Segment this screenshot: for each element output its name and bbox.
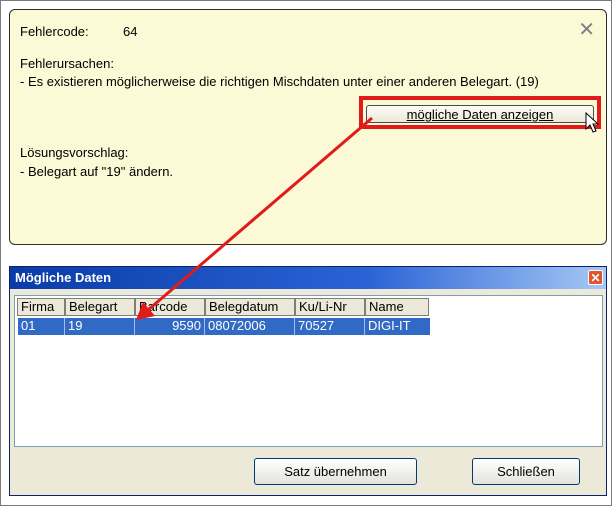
possible-data-dialog: Mögliche Daten ✕ Firma Belegart Barcode … — [9, 266, 607, 496]
column-header-name[interactable]: Name — [365, 298, 429, 316]
dialog-title: Mögliche Daten — [15, 270, 112, 285]
cell-firma: 01 — [18, 318, 65, 335]
cell-ku-li-nr: 70527 — [295, 318, 365, 335]
column-header-barcode[interactable]: Barcode — [135, 298, 205, 316]
close-icon[interactable]: ✕ — [578, 20, 595, 40]
solution-text: - Belegart auf "19" ändern. — [20, 164, 174, 179]
column-header-belegart[interactable]: Belegart — [65, 298, 135, 316]
error-code-value: 64 — [123, 24, 138, 39]
table-row[interactable]: 01 19 9590 08072006 70527 DIGI-IT — [18, 318, 430, 335]
data-list[interactable]: Firma Belegart Barcode Belegdatum Ku/Li-… — [14, 295, 603, 447]
causes-label: Fehlerursachen: — [20, 56, 114, 71]
column-header-firma[interactable]: Firma — [17, 298, 65, 316]
dialog-titlebar[interactable]: Mögliche Daten ✕ — [10, 267, 606, 289]
solution-label: Lösungsvorschlag: — [20, 145, 129, 160]
close-button[interactable]: Schließen — [472, 458, 580, 485]
cell-name: DIGI-IT — [368, 318, 411, 333]
error-code-label: Fehlercode: — [20, 24, 89, 39]
cell-belegdatum: 08072006 — [205, 318, 295, 335]
mouse-cursor-icon — [585, 112, 600, 133]
column-header-ku-li-nr[interactable]: Ku/Li-Nr — [295, 298, 365, 316]
error-panel: Fehlercode: 64 ✕ Fehlerursachen: - Es ex… — [9, 9, 607, 245]
column-header-belegdatum[interactable]: Belegdatum — [205, 298, 295, 316]
cell-belegart: 19 — [65, 318, 135, 335]
causes-text: - Es existieren möglicherweise die richt… — [20, 74, 539, 89]
dialog-close-icon[interactable]: ✕ — [588, 270, 603, 285]
accept-record-button[interactable]: Satz übernehmen — [254, 458, 417, 485]
cell-barcode: 9590 — [135, 318, 205, 335]
show-possible-data-button[interactable]: mögliche Daten anzeigen — [366, 105, 594, 123]
